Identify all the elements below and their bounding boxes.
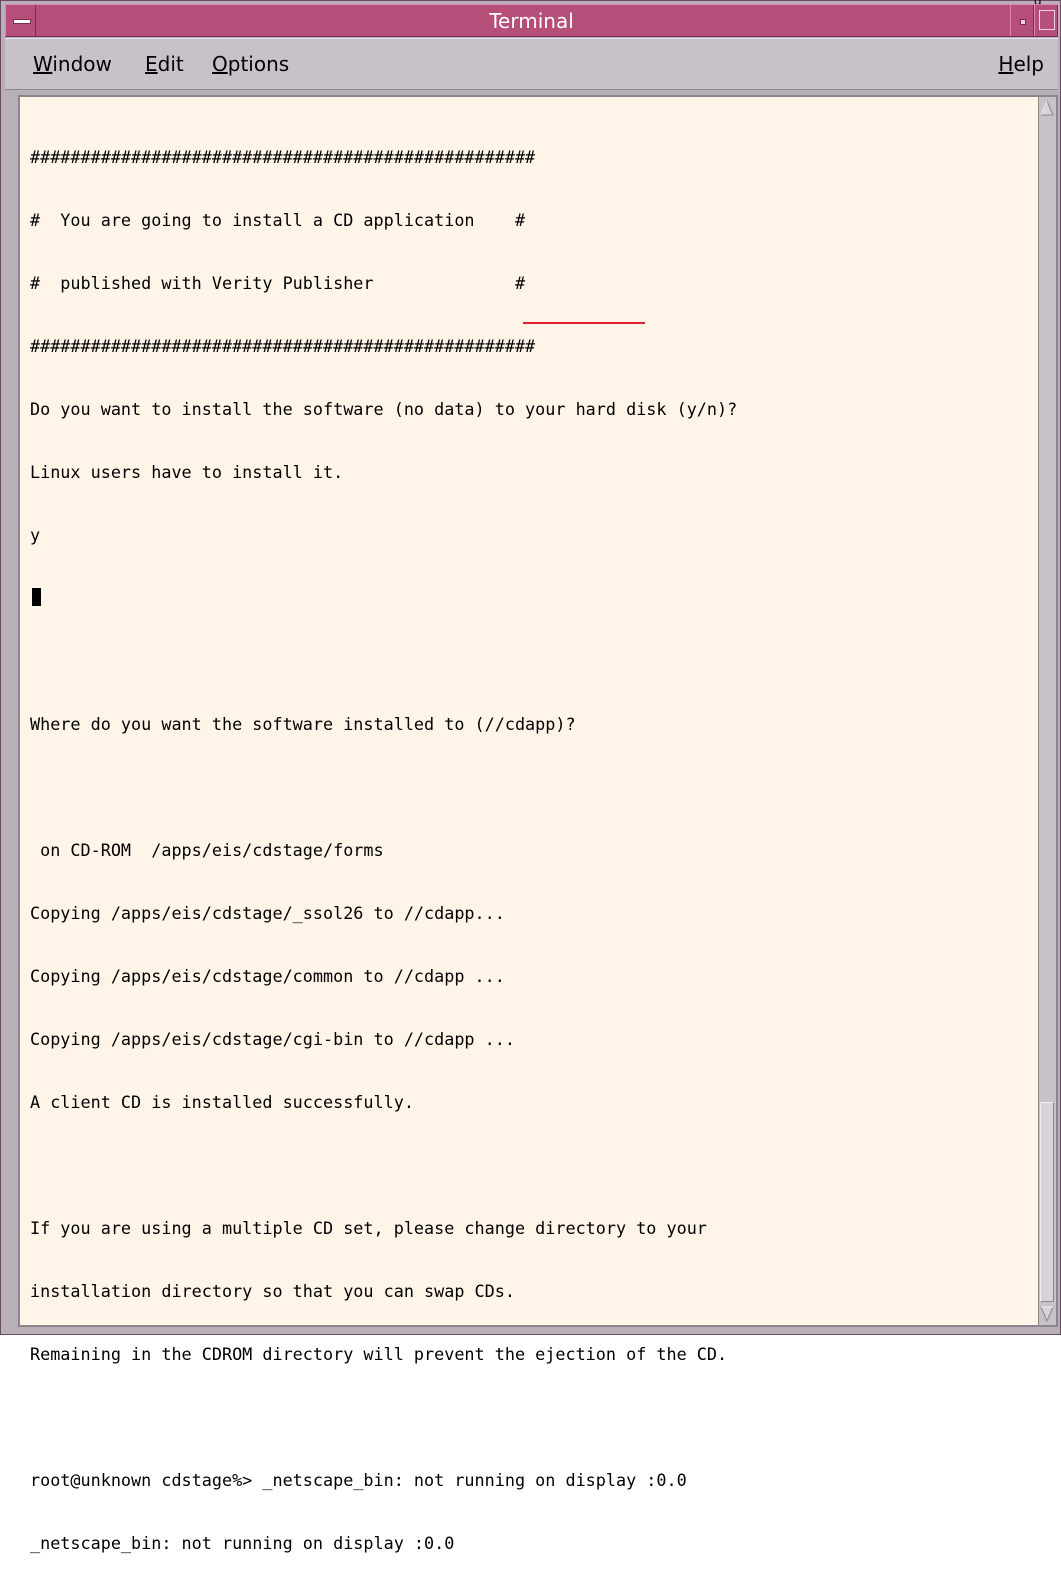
terminal-area[interactable]: ########################################… — [18, 95, 1058, 1553]
vertical-scrollbar[interactable] — [1038, 97, 1056, 1325]
terminal-line: Remaining in the CDROM directory will pr… — [30, 1344, 728, 1364]
terminal-line: # published with Verity Publisher # — [30, 273, 526, 293]
minimize-icon[interactable] — [1010, 5, 1034, 36]
terminal-line: ########################################… — [30, 336, 536, 356]
text-cursor — [32, 588, 41, 606]
arrow-up-icon[interactable] — [1040, 99, 1054, 117]
terminal-line: # You are going to install a CD applicat… — [30, 210, 526, 230]
terminal-output: ########################################… — [30, 105, 1035, 1596]
terminal-line: Copying /apps/eis/cdstage/cgi-bin to //c… — [30, 1029, 515, 1049]
scrollbar-thumb[interactable] — [1040, 1102, 1054, 1302]
maximize-icon[interactable] — [1034, 5, 1058, 36]
terminal-line: If you are using a multiple CD set, plea… — [30, 1218, 707, 1238]
title-bar[interactable]: Terminal — [5, 4, 1058, 37]
terminal-line: Where do you want the software installed… — [30, 714, 576, 734]
terminal-line: Linux users have to install it. — [30, 462, 344, 482]
terminal-line: Copying /apps/eis/cdstage/_ssol26 to //c… — [30, 903, 505, 923]
terminal-line: installation directory so that you can s… — [30, 1281, 515, 1301]
terminal-line: y — [30, 525, 41, 545]
highlight-underline — [523, 322, 645, 324]
terminal-window: g Terminal Window Edit Options Help ####… — [0, 0, 1061, 1553]
menu-edit[interactable]: Edit — [145, 52, 184, 76]
window-title: Terminal — [489, 9, 574, 33]
terminal-line: ########################################… — [30, 147, 536, 167]
terminal-line: Do you want to install the software (no … — [30, 399, 738, 419]
menu-options[interactable]: Options — [212, 52, 289, 76]
menu-bar: Window Edit Options Help — [5, 38, 1058, 90]
menu-help[interactable]: Help — [998, 52, 1044, 76]
menu-window[interactable]: Window — [33, 52, 112, 76]
terminal-line: Copying /apps/eis/cdstage/common to //cd… — [30, 966, 505, 986]
arrow-down-icon[interactable] — [1040, 1305, 1054, 1323]
terminal-line: on CD-ROM /apps/eis/cdstage/forms — [30, 840, 384, 860]
terminal-line: _netscape_bin: not running on display :0… — [30, 1533, 455, 1553]
terminal-line: A client CD is installed successfully. — [30, 1092, 414, 1112]
terminal-line: root@unknown cdstage%> _netscape_bin: no… — [30, 1470, 687, 1490]
